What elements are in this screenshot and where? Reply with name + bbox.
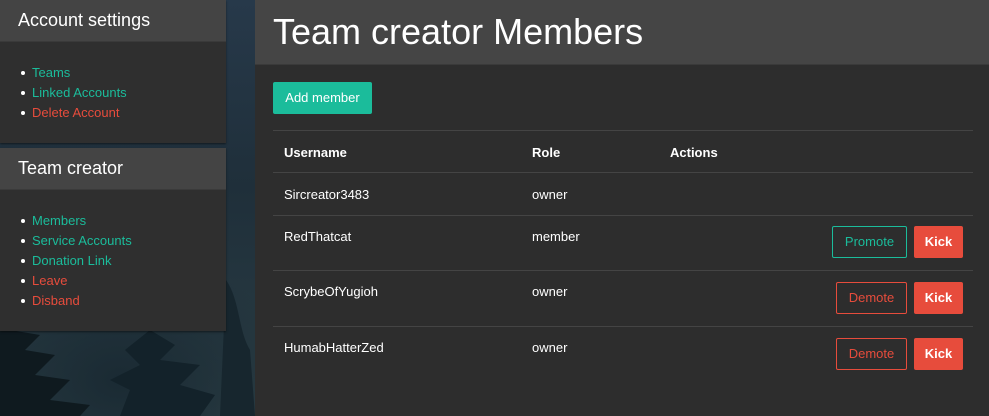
member-username: ScrybeOfYugioh [284, 284, 378, 299]
member-role: member [532, 229, 580, 244]
member-role: owner [532, 187, 568, 202]
kick-button[interactable]: Kick [914, 282, 963, 314]
account-settings-panel: Account settings Teams Linked Accounts D… [0, 0, 226, 143]
sidebar-item-service-accounts[interactable]: Service Accounts [32, 233, 132, 248]
account-settings-list: Teams Linked Accounts Delete Account [0, 42, 226, 143]
team-heading: Team creator [0, 148, 226, 190]
table-row: ScrybeOfYugioh owner Demote Kick [273, 271, 973, 327]
kick-button[interactable]: Kick [914, 338, 963, 370]
table-row: RedThatcat member Promote Kick [273, 216, 973, 271]
account-settings-heading: Account settings [0, 0, 226, 42]
team-list: Members Service Accounts Donation Link L… [0, 190, 226, 331]
member-username: HumabHatterZed [284, 340, 384, 355]
table-header-row: Username Role Actions [273, 131, 973, 173]
members-panel: Team creator Members Add member Username… [255, 0, 989, 416]
column-header-username: Username [284, 145, 347, 160]
table-row: HumabHatterZed owner Demote Kick [273, 327, 973, 382]
member-username: Sircreator3483 [284, 187, 370, 202]
promote-button[interactable]: Promote [832, 226, 907, 258]
demote-button[interactable]: Demote [836, 338, 907, 370]
member-role: owner [532, 340, 568, 355]
sidebar-item-leave[interactable]: Leave [32, 273, 67, 288]
page-title: Team creator Members [273, 11, 644, 52]
column-header-role: Role [532, 145, 561, 160]
sidebar-item-delete-account[interactable]: Delete Account [32, 105, 119, 120]
members-table: Username Role Actions Sircreator3483 own… [273, 130, 973, 382]
member-username: RedThatcat [284, 229, 352, 244]
sidebar-item-linked-accounts[interactable]: Linked Accounts [32, 85, 127, 100]
sidebar-item-members[interactable]: Members [32, 213, 86, 228]
sidebar-item-disband[interactable]: Disband [32, 293, 80, 308]
column-header-actions: Actions [670, 145, 718, 160]
member-role: owner [532, 284, 568, 299]
team-panel: Team creator Members Service Accounts Do… [0, 148, 226, 331]
sidebar-item-donation-link[interactable]: Donation Link [32, 253, 112, 268]
demote-button[interactable]: Demote [836, 282, 907, 314]
table-row: Sircreator3483 owner [273, 173, 973, 216]
sidebar-item-teams[interactable]: Teams [32, 65, 70, 80]
add-member-button[interactable]: Add member [273, 82, 372, 114]
kick-button[interactable]: Kick [914, 226, 963, 258]
